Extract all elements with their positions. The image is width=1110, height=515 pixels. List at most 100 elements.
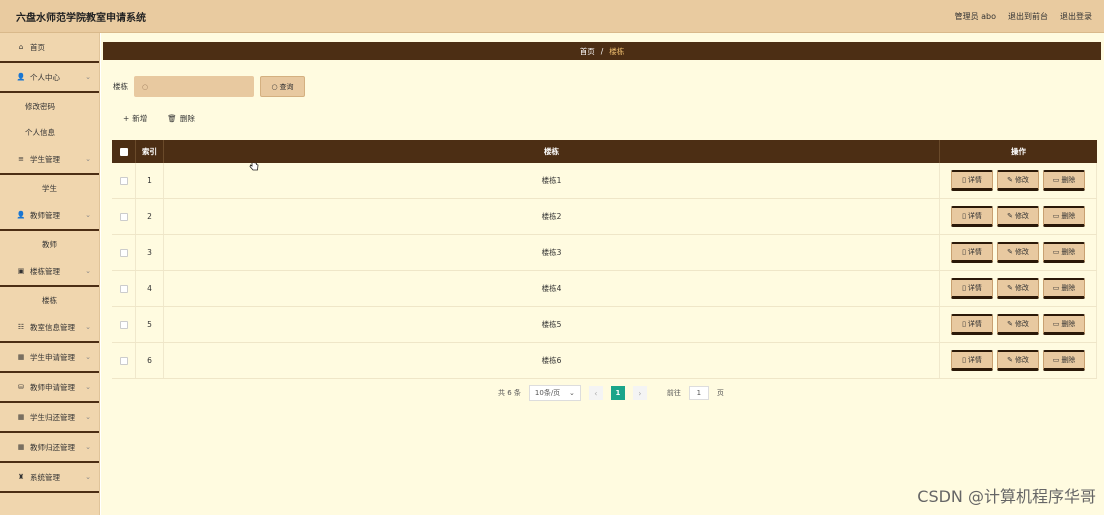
edit-button[interactable]: ✎ 修改 bbox=[997, 206, 1039, 227]
detail-button-label: 详情 bbox=[967, 248, 982, 256]
sidebar-subitem[interactable]: 学生 bbox=[0, 175, 99, 201]
chevron-down-icon: ⌄ bbox=[85, 383, 91, 391]
detail-button[interactable]: ▯ 详情 bbox=[951, 350, 993, 371]
trash-icon: ▭ bbox=[1052, 212, 1060, 220]
edit-button[interactable]: ✎ 修改 bbox=[997, 170, 1039, 191]
delete-button[interactable]: ▭ 删除 bbox=[1043, 314, 1085, 335]
page-number-current[interactable]: 1 bbox=[610, 386, 625, 400]
watermark: CSDN @计算机程序华哥 bbox=[917, 487, 1096, 506]
doc-icon: ▯ bbox=[962, 284, 966, 292]
batch-delete-button[interactable]: 🗑 删除 bbox=[167, 113, 195, 124]
sidebar-item[interactable]: 👤 个人中心 ⌄ bbox=[0, 63, 99, 93]
grid-icon: ▦ bbox=[17, 443, 25, 451]
select-all-checkbox[interactable] bbox=[119, 147, 128, 156]
delete-button[interactable]: ▭ 删除 bbox=[1043, 278, 1085, 299]
delete-button[interactable]: ▭ 删除 bbox=[1043, 170, 1085, 191]
sidebar-subitem[interactable]: 教师 bbox=[0, 231, 99, 257]
delete-button[interactable]: ▭ 删除 bbox=[1043, 242, 1085, 263]
chevron-down-icon: ⌄ bbox=[85, 155, 91, 163]
goto-page-input[interactable]: 1 bbox=[688, 386, 709, 400]
current-user: 管理员 abo bbox=[954, 11, 996, 21]
search-input[interactable] bbox=[152, 82, 243, 91]
row-checkbox-cell bbox=[112, 235, 136, 270]
edit-button-label: 修改 bbox=[1014, 284, 1029, 292]
sidebar-item[interactable]: 👤 教师管理 ⌄ bbox=[0, 201, 99, 231]
table-row: 6 楼栋6 ▯ 详情 ✎ 修改 ▭ 删除 bbox=[112, 343, 1097, 379]
detail-button-label: 详情 bbox=[967, 176, 982, 184]
page-size-select[interactable]: 10条/页 ⌄ bbox=[528, 385, 581, 401]
row-checkbox-cell bbox=[112, 163, 136, 198]
row-checkbox[interactable] bbox=[119, 356, 128, 365]
row-name: 楼栋2 bbox=[164, 199, 940, 234]
sidebar-item[interactable]: ⛁ 教师申请管理 ⌄ bbox=[0, 373, 99, 403]
sidebar-subitem-label: 个人信息 bbox=[25, 127, 55, 137]
chevron-down-icon: ⌄ bbox=[85, 443, 91, 451]
batch-delete-label: 删除 bbox=[179, 114, 195, 123]
edit-button[interactable]: ✎ 修改 bbox=[997, 278, 1039, 299]
logout-link[interactable]: 退出登录 bbox=[1060, 11, 1092, 22]
edit-button-label: 修改 bbox=[1014, 248, 1029, 256]
sidebar-item[interactable]: ▦ 学生申请管理 ⌄ bbox=[0, 343, 99, 373]
row-checkbox-cell bbox=[112, 307, 136, 342]
sidebar-item-label: 系统管理 bbox=[30, 472, 60, 482]
breadcrumb-current: 楼栋 bbox=[609, 46, 625, 56]
row-ops: ▯ 详情 ✎ 修改 ▭ 删除 bbox=[940, 199, 1097, 234]
sidebar-subitem[interactable]: 修改密码 bbox=[0, 93, 99, 119]
add-button[interactable]: + 新增 bbox=[123, 113, 147, 124]
next-page-button[interactable]: › bbox=[632, 386, 647, 400]
sidebar-item[interactable]: ▣ 楼栋管理 ⌄ bbox=[0, 257, 99, 287]
breadcrumb: 首页 / 楼栋 bbox=[103, 42, 1101, 60]
delete-button-label: 删除 bbox=[1061, 248, 1076, 256]
chevron-down-icon: ⌄ bbox=[85, 473, 91, 481]
row-checkbox[interactable] bbox=[119, 284, 128, 293]
detail-button[interactable]: ▯ 详情 bbox=[951, 170, 993, 191]
header-ops: 操作 bbox=[1011, 147, 1026, 156]
edit-button[interactable]: ✎ 修改 bbox=[997, 314, 1039, 335]
row-ops: ▯ 详情 ✎ 修改 ▭ 删除 bbox=[940, 307, 1097, 342]
detail-button[interactable]: ▯ 详情 bbox=[951, 206, 993, 227]
sidebar-subitem[interactable]: 楼栋 bbox=[0, 287, 99, 313]
delete-button[interactable]: ▭ 删除 bbox=[1043, 206, 1085, 227]
sidebar-item[interactable]: ☷ 教室信息管理 ⌄ bbox=[0, 313, 99, 343]
detail-button[interactable]: ▯ 详情 bbox=[951, 242, 993, 263]
sidebar-item[interactable]: ⌂ 首页 bbox=[0, 33, 99, 63]
sidebar-subitem[interactable]: 个人信息 bbox=[0, 119, 99, 145]
edit-button-label: 修改 bbox=[1014, 176, 1029, 184]
row-checkbox[interactable] bbox=[119, 248, 128, 257]
delete-button-label: 删除 bbox=[1061, 320, 1076, 328]
system-icon: ♜ bbox=[17, 473, 25, 481]
row-index: 4 bbox=[136, 271, 164, 306]
row-checkbox[interactable] bbox=[119, 176, 128, 185]
delete-button[interactable]: ▭ 删除 bbox=[1043, 350, 1085, 371]
sidebar-item[interactable]: ▦ 学生归还管理 ⌄ bbox=[0, 403, 99, 433]
plus-icon: + bbox=[123, 114, 130, 123]
sidebar-item[interactable]: ≡ 学生管理 ⌄ bbox=[0, 145, 99, 175]
header-name: 楼栋 bbox=[164, 140, 940, 163]
prev-page-button[interactable]: ‹ bbox=[588, 386, 603, 400]
edit-icon: ✎ bbox=[1007, 248, 1013, 256]
sidebar-item[interactable]: ▦ 教师归还管理 ⌄ bbox=[0, 433, 99, 463]
pagination: 共 6 条 10条/页 ⌄ ‹ 1 › 前往 1 页 bbox=[498, 385, 724, 401]
row-checkbox[interactable] bbox=[119, 320, 128, 329]
chevron-down-icon: ⌄ bbox=[85, 73, 91, 81]
building-icon: ▣ bbox=[17, 267, 25, 275]
edit-button[interactable]: ✎ 修改 bbox=[997, 242, 1039, 263]
sidebar-item-label: 教师管理 bbox=[30, 210, 60, 220]
detail-button[interactable]: ▯ 详情 bbox=[951, 278, 993, 299]
breadcrumb-home[interactable]: 首页 bbox=[580, 46, 595, 57]
edit-button[interactable]: ✎ 修改 bbox=[997, 350, 1039, 371]
row-checkbox[interactable] bbox=[119, 212, 128, 221]
sidebar: ⌂ 首页 👤 个人中心 ⌄ 修改密码 个人信息 ≡ 学生管理 ⌄ 学生 👤 教师管理 ⌄ 教师 ▣ 楼栋管理 ⌄ 楼… bbox=[0, 33, 100, 515]
sidebar-item-label: 个人中心 bbox=[30, 72, 60, 82]
row-index: 1 bbox=[136, 163, 164, 198]
sidebar-item-label: 教师归还管理 bbox=[30, 442, 75, 452]
sidebar-item-label: 教师申请管理 bbox=[30, 382, 75, 392]
sidebar-item-label: 学生申请管理 bbox=[30, 352, 75, 362]
row-ops: ▯ 详情 ✎ 修改 ▭ 删除 bbox=[940, 235, 1097, 270]
edit-button-label: 修改 bbox=[1014, 320, 1029, 328]
search-icon: ○ bbox=[142, 82, 149, 91]
search-button[interactable]: ○ 查询 bbox=[260, 76, 305, 97]
detail-button[interactable]: ▯ 详情 bbox=[951, 314, 993, 335]
sidebar-item[interactable]: ♜ 系统管理 ⌄ bbox=[0, 463, 99, 493]
exit-to-front-link[interactable]: 退出到前台 bbox=[1008, 11, 1048, 22]
